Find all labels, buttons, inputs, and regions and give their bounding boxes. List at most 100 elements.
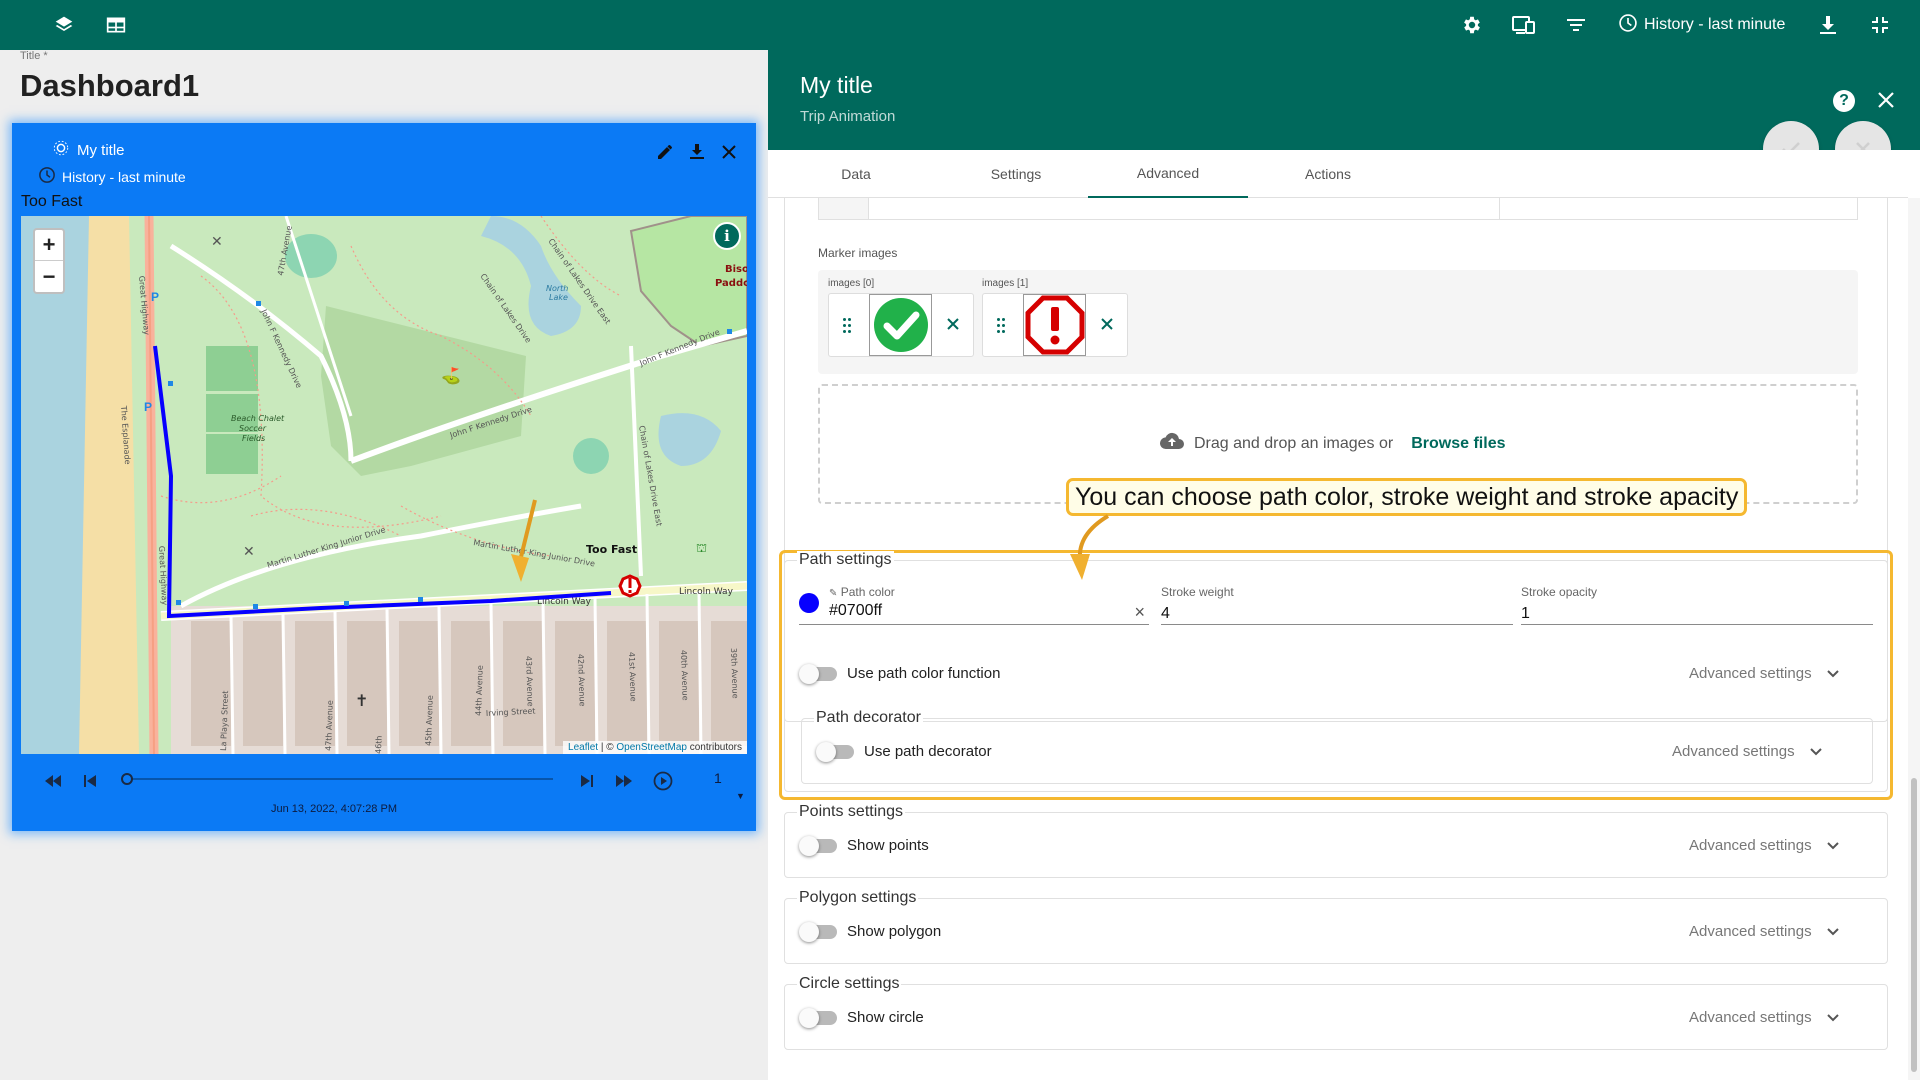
fast-forward-icon[interactable] [612, 771, 636, 791]
svg-text:Fields: Fields [242, 434, 265, 443]
config-tabs: Data Settings Advanced Actions [768, 150, 1908, 198]
stroke-weight-value: 4 [1161, 605, 1170, 622]
field-underline [1521, 624, 1873, 625]
advanced-settings-toggle[interactable]: Advanced settings [1689, 923, 1840, 940]
toggle-switch[interactable] [799, 921, 837, 942]
toggle-switch[interactable] [816, 741, 854, 762]
toggle-label: Use path color function [847, 665, 1001, 682]
advanced-settings-toggle[interactable]: Advanced settings [1689, 665, 1840, 682]
tab-actions[interactable]: Actions [1248, 150, 1408, 198]
dashboard-title[interactable]: Dashboard1 [20, 68, 199, 104]
zoom-control: + − [33, 228, 65, 294]
layers-icon[interactable] [52, 13, 76, 37]
advanced-settings-toggle[interactable]: Advanced settings [1672, 743, 1823, 760]
svg-text:North: North [546, 284, 568, 293]
clock-icon [1618, 13, 1638, 38]
remove-image-icon[interactable] [1097, 314, 1117, 334]
fast-rewind-icon[interactable] [41, 771, 65, 791]
marker-images-list: images [0] images [1] [818, 270, 1858, 374]
circle-settings-section: Circle settings Show circle Advanced set… [784, 975, 1888, 1050]
map-view[interactable]: Great Highway The Esplanade Great Highwa… [21, 216, 747, 754]
title-field-label: Title * [20, 50, 48, 62]
skip-next-icon[interactable] [575, 771, 599, 791]
show-polygon-toggle[interactable]: Show polygon [799, 921, 941, 942]
widget-config-panel: My title Trip Animation ? Data Settings … [768, 50, 1920, 1080]
table-cell [819, 198, 869, 219]
remove-image-icon[interactable] [943, 314, 963, 334]
advanced-settings-label: Advanced settings [1689, 837, 1812, 854]
devices-icon[interactable] [1512, 13, 1536, 37]
tab-advanced[interactable]: Advanced [1088, 150, 1248, 198]
timeline-slider[interactable] [121, 773, 553, 785]
speed-value: 1 [714, 770, 722, 786]
trip-player: 1 ▼ Jun 13, 2022, 4:07:28 PM [21, 763, 747, 823]
toggle-switch[interactable] [799, 835, 837, 856]
speed-select[interactable]: 1 ▼ [714, 770, 747, 802]
trip-animation-widget[interactable]: My title History - last minute Too Fast [12, 123, 756, 831]
advanced-settings-toggle[interactable]: Advanced settings [1689, 1009, 1840, 1026]
path-color-label: ✎ Path color [829, 585, 1149, 599]
toggle-switch[interactable] [799, 663, 837, 684]
widget-status-label: Too Fast [21, 193, 83, 210]
drag-handle-icon[interactable] [997, 318, 1007, 334]
svg-text:Soccer: Soccer [239, 424, 267, 433]
svg-text:⛫: ⛫ [696, 541, 707, 555]
tab-settings[interactable]: Settings [936, 150, 1096, 198]
path-decorator-legend: Path decorator [814, 709, 923, 727]
download-icon[interactable] [1816, 13, 1840, 37]
svg-text:44th Avenue: 44th Avenue [474, 665, 485, 716]
osm-link[interactable]: OpenStreetMap [616, 742, 687, 753]
close-icon[interactable] [720, 143, 738, 161]
marker-image-card [828, 293, 974, 357]
path-decorator-section: Path decorator Use path decorator Advanc… [801, 709, 1873, 784]
advanced-settings-toggle[interactable]: Advanced settings [1689, 837, 1840, 854]
leaflet-link[interactable]: Leaflet [568, 742, 598, 753]
dashboard-layout-icon[interactable] [104, 13, 128, 37]
path-decorator-toggle[interactable]: Use path decorator [816, 741, 992, 762]
settings-icon[interactable] [1460, 13, 1484, 37]
circle-settings-legend: Circle settings [797, 975, 902, 993]
svg-text:Beach Chalet: Beach Chalet [231, 414, 285, 423]
show-points-toggle[interactable]: Show points [799, 835, 929, 856]
svg-text:Chain of Lakes Drive: Chain of Lakes Drive [478, 272, 533, 345]
points-settings-legend: Points settings [797, 803, 906, 821]
info-icon[interactable]: i [713, 222, 741, 250]
stroke-opacity-field[interactable]: Stroke opacity 1 [1521, 585, 1873, 625]
path-color-field[interactable]: ✎ Path color #0700ff × [799, 585, 1149, 625]
timewindow-label: History - last minute [1644, 16, 1786, 33]
svg-text:43rd Avenue: 43rd Avenue [524, 656, 535, 707]
svg-text:39th Avenue: 39th Avenue [729, 648, 740, 699]
timewindow-button[interactable]: History - last minute [1618, 12, 1785, 38]
widget-timewindow-text: History - last minute [62, 168, 186, 185]
filter-icon[interactable] [1564, 13, 1588, 37]
fullscreen-exit-icon[interactable] [1868, 13, 1892, 37]
green-check-icon [869, 294, 932, 356]
close-icon[interactable] [1874, 88, 1898, 112]
scrollbar-thumb[interactable] [1911, 778, 1917, 1072]
timeline-thumb[interactable] [121, 773, 133, 785]
toggle-switch[interactable] [799, 1007, 837, 1028]
skip-previous-icon[interactable] [78, 771, 102, 791]
play-circle-icon[interactable] [651, 771, 675, 791]
chevron-down-icon [1826, 925, 1840, 939]
clear-icon[interactable]: × [1134, 602, 1145, 623]
stroke-weight-field[interactable]: Stroke weight 4 [1161, 585, 1513, 625]
zoom-out-button[interactable]: − [35, 261, 63, 292]
download-icon[interactable] [688, 143, 706, 161]
edit-icon[interactable] [656, 143, 674, 161]
drag-handle-icon[interactable] [843, 318, 853, 334]
color-swatch[interactable] [799, 593, 819, 613]
browse-files-link[interactable]: Browse files [1411, 435, 1505, 453]
show-circle-toggle[interactable]: Show circle [799, 1007, 924, 1028]
svg-text:John F Kennedy Drive: John F Kennedy Drive [637, 327, 721, 368]
map-tiles: Great Highway The Esplanade Great Highwa… [21, 216, 747, 754]
zoom-in-button[interactable]: + [35, 230, 63, 261]
chevron-down-icon [1826, 667, 1840, 681]
widget-title: My title [52, 139, 125, 161]
clock-icon [38, 166, 56, 187]
stroke-opacity-label: Stroke opacity [1521, 585, 1598, 599]
tab-data[interactable]: Data [776, 150, 936, 198]
help-icon[interactable]: ? [1833, 90, 1855, 112]
path-color-function-toggle[interactable]: Use path color function [799, 663, 1001, 684]
content-scrollbar[interactable] [1908, 198, 1920, 1080]
